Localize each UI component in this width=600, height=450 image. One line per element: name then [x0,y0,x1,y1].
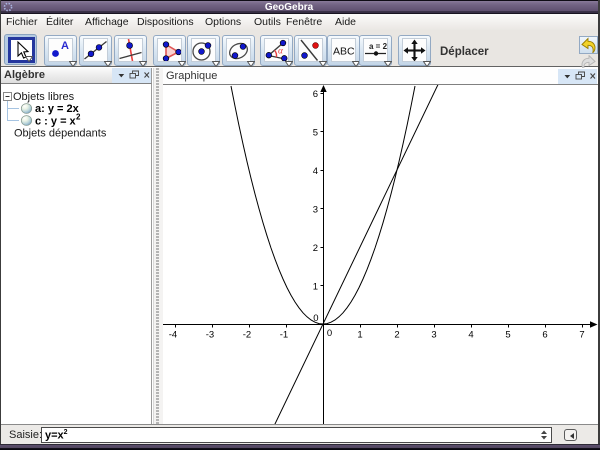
svg-text:Objets dépendants: Objets dépendants [14,128,107,140]
svg-text:ABC: ABC [333,46,355,58]
svg-text:6: 6 [542,330,547,341]
svg-text:A: A [61,40,69,52]
svg-text:1: 1 [313,282,318,293]
svg-text:a: y = 2x: a: y = 2x [35,103,80,115]
svg-text:7: 7 [579,330,584,341]
svg-text:Objets libres: Objets libres [13,91,75,103]
svg-text:a = 2: a = 2 [369,42,387,51]
svg-text:α: α [278,47,284,57]
svg-text:2: 2 [313,243,318,254]
svg-text:4: 4 [313,166,318,177]
svg-text:4: 4 [468,330,473,341]
svg-text:c : y = x: c : y = x [35,116,77,128]
svg-text:-4: -4 [169,330,177,341]
svg-text:2: 2 [394,330,399,341]
svg-text:6: 6 [313,89,318,100]
svg-text:3: 3 [313,205,318,216]
svg-text:-3: -3 [206,330,214,341]
svg-text:-1: -1 [280,330,288,341]
svg-text:2: 2 [76,113,81,122]
svg-text:-2: -2 [243,330,251,341]
svg-text:5: 5 [313,128,318,139]
svg-text:3: 3 [431,330,436,341]
svg-text:0: 0 [327,328,332,339]
svg-text:5: 5 [505,330,510,341]
svg-text:1: 1 [357,330,362,341]
